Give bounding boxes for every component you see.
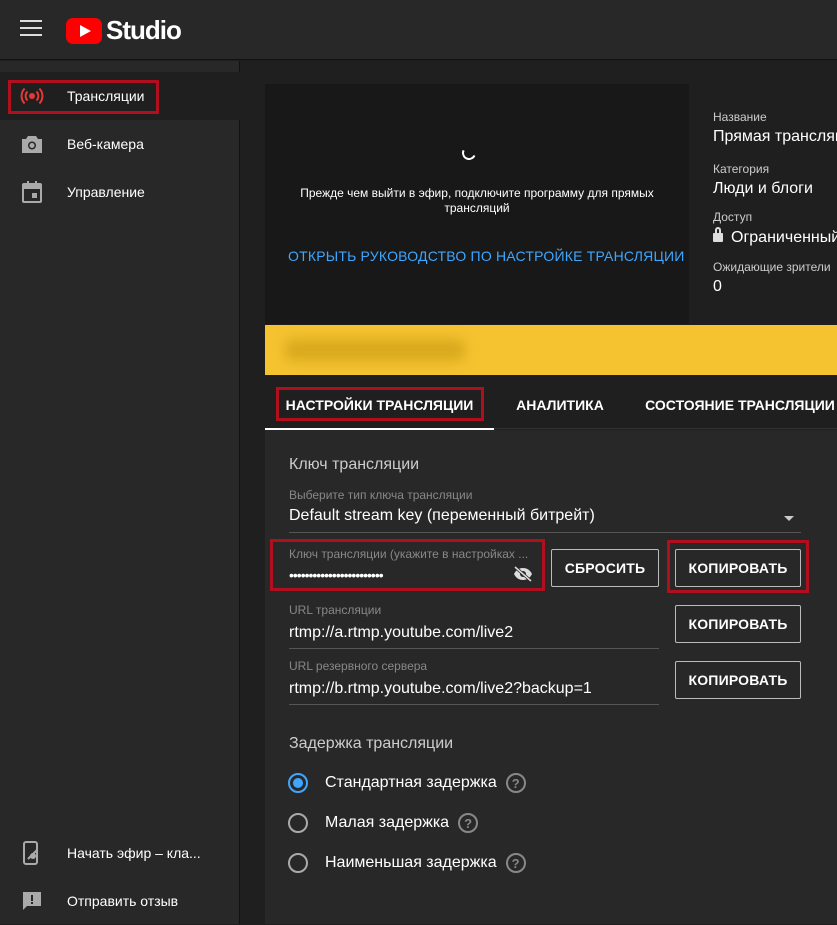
help-icon[interactable]: ? [505,773,526,793]
backup-url-label: URL резервного сервера [289,659,428,673]
calendar-icon [20,180,44,204]
tab-analytics[interactable]: АНАЛИТИКА [505,381,615,429]
chevron-down-icon[interactable] [784,516,794,521]
help-icon[interactable]: ? [505,853,526,873]
sidebar-item-label: Управление [67,184,145,200]
copy-backup-url-button[interactable]: КОПИРОВАТЬ [675,661,801,699]
setup-guide-link[interactable]: ОТКРЫТЬ РУКОВОДСТВО ПО НАСТРОЙКЕ ТРАНСЛЯ… [288,248,685,264]
help-icon[interactable]: ? [458,813,479,833]
divider [289,532,801,533]
title-value: Прямая трансляция [713,128,837,145]
youtube-play-icon [66,17,102,44]
category-label: Категория [713,162,770,176]
reset-key-button[interactable]: СБРОСИТЬ [551,549,659,587]
radio-unchecked-icon[interactable] [288,813,308,833]
hide-visibility-icon[interactable] [513,565,533,583]
stream-info-panel: Название Прямая трансляция Категория Люд… [689,84,837,324]
radio-checked-icon[interactable] [288,773,308,793]
tab-stream-settings[interactable]: НАСТРОЙКИ ТРАНСЛЯЦИИ [265,381,494,430]
sidebar-item-webcam[interactable]: Веб-камера [0,120,240,168]
sidebar-item-manage[interactable]: Управление [0,168,240,216]
viewers-value: 0 [713,278,722,295]
key-type-label: Выберите тип ключа трансляции [289,488,473,502]
tab-bar: НАСТРОЙКИ ТРАНСЛЯЦИИ АНАЛИТИКА СОСТОЯНИЕ… [265,381,837,430]
tab-stream-health[interactable]: СОСТОЯНИЕ ТРАНСЛЯЦИИ [645,381,835,429]
divider [289,590,538,591]
sidebar-item-mobile-live[interactable]: Начать эфир – кла... [0,829,240,877]
mobile-live-icon [20,841,44,865]
feedback-icon [20,889,44,913]
stream-key-field[interactable]: •••••••••••••••••••••••• [289,567,384,583]
access-value: Ограниченный [713,227,837,247]
radio-label: Малая задержка [325,814,450,831]
latency-option-ultra-low[interactable]: Наименьшая задержка ? [288,851,526,875]
viewers-label: Ожидающие зрители [713,260,831,274]
youtube-studio-logo[interactable]: Studio [66,15,182,46]
copy-key-button[interactable]: КОПИРОВАТЬ [675,549,801,587]
camera-icon [20,132,44,156]
stream-key-heading: Ключ трансляции [289,456,420,473]
divider [289,704,659,705]
sidebar-item-label: Отправить отзыв [67,893,179,909]
sidebar-item-broadcasts[interactable]: Трансляции [0,72,240,120]
sidebar-item-label: Трансляции [67,88,145,104]
stream-url-label: URL трансляции [289,603,382,617]
sidebar-item-feedback[interactable]: Отправить отзыв [0,877,240,925]
divider [289,648,659,649]
category-value: Люди и блоги [713,180,813,197]
sidebar-item-label: Веб-камера [67,136,144,152]
radio-unchecked-icon[interactable] [288,853,308,873]
preview-message: Прежде чем выйти в эфир, подключите прог… [300,186,654,215]
radio-label: Наименьшая задержка [325,854,497,871]
latency-option-normal[interactable]: Стандартная задержка ? [288,771,526,795]
copy-url-button[interactable]: КОПИРОВАТЬ [675,605,801,643]
stream-url-field[interactable]: rtmp://a.rtmp.youtube.com/live2 [289,624,513,642]
stream-key-label: Ключ трансляции (укажите в настройках ..… [289,547,529,561]
logo-text: Studio [106,15,182,45]
latency-heading: Задержка трансляции [289,735,454,752]
backup-url-field[interactable]: rtmp://b.rtmp.youtube.com/live2?backup=1 [289,680,592,698]
top-bar: Studio [0,0,837,60]
broadcast-icon [20,84,44,108]
redacted-banner [265,325,837,375]
lock-icon [713,227,723,242]
access-label: Доступ [713,210,753,224]
title-label: Название [713,110,767,124]
menu-icon[interactable] [20,20,42,38]
sidebar-item-label: Начать эфир – кла... [67,845,201,861]
key-type-select[interactable]: Default stream key (переменный битрейт) [289,507,595,525]
latency-option-low[interactable]: Малая задержка ? [288,811,479,835]
radio-label: Стандартная задержка [325,774,497,791]
